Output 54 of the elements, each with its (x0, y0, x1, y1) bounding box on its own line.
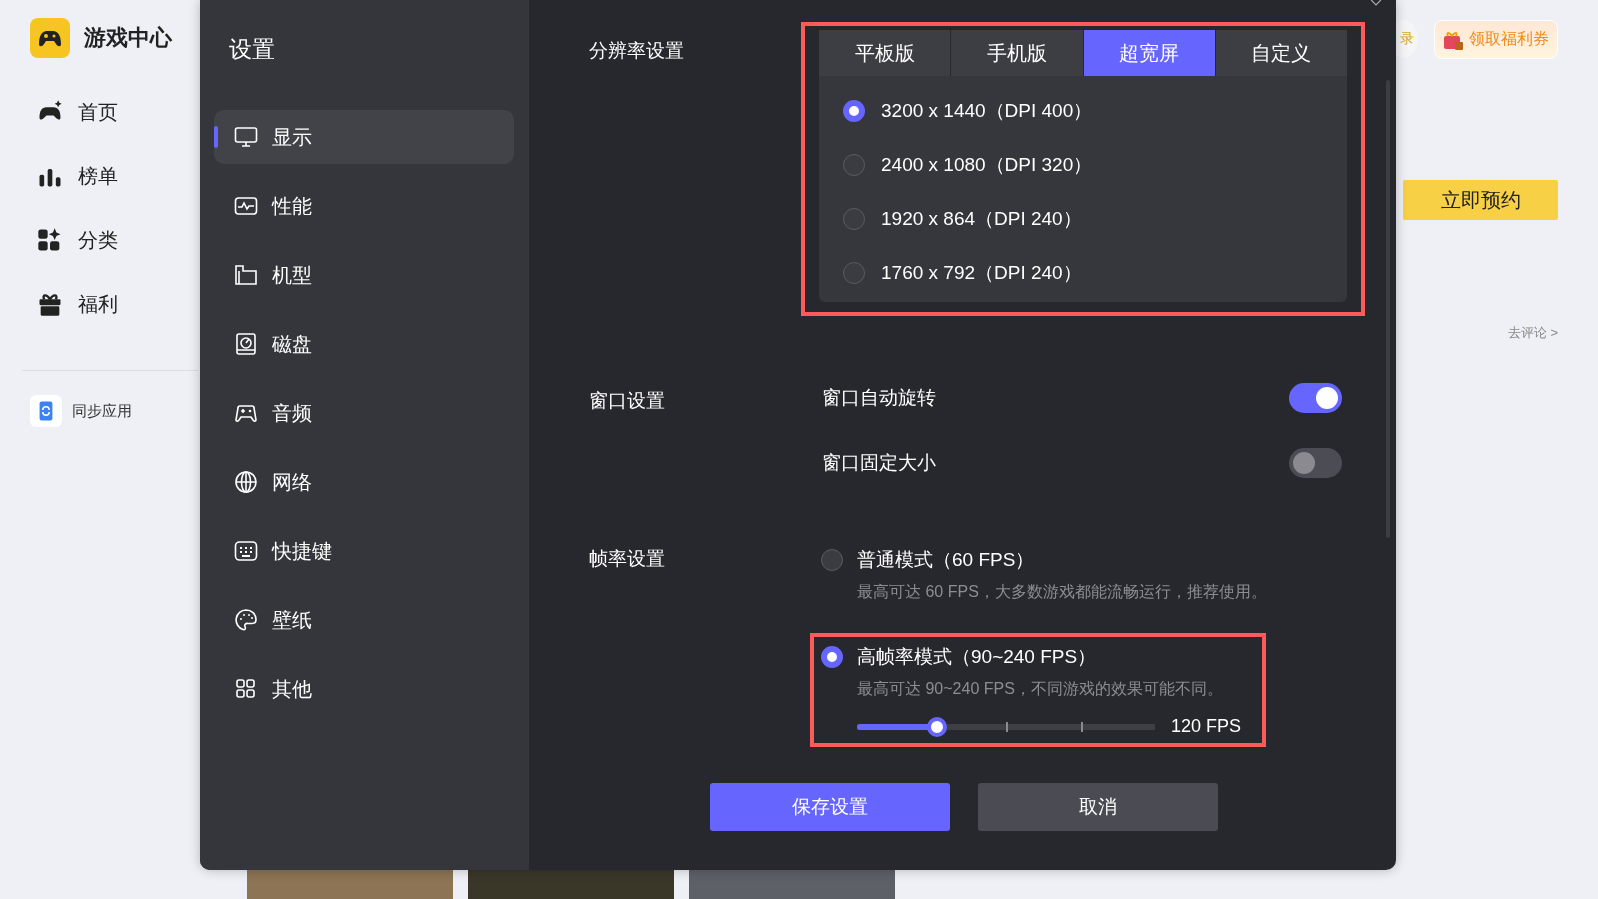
radio-button[interactable] (843, 100, 865, 122)
settings-menu-item[interactable]: 音频 (214, 386, 514, 440)
fps-reading: 120 FPS (1171, 716, 1242, 737)
device-tab[interactable]: 手机版 (951, 30, 1084, 76)
toggle-label: 窗口自动旋转 (822, 385, 936, 410)
settings-menu-item[interactable]: 其他 (214, 662, 514, 716)
sync-apps-item[interactable]: 同步应用 (22, 370, 198, 427)
device-tab[interactable]: 自定义 (1215, 30, 1347, 76)
device-tab[interactable]: 平板版 (819, 30, 952, 76)
resolution-option-label: 1920 x 864（DPI 240） (881, 207, 1082, 231)
apps-grid-icon (234, 677, 258, 701)
monitor-icon (234, 125, 258, 149)
settings-menu-item[interactable]: 性能 (214, 179, 514, 233)
radio-button[interactable] (843, 208, 865, 230)
nav-item[interactable]: 分类 (36, 222, 198, 258)
radio-button[interactable] (821, 646, 843, 668)
resolution-option-label: 2400 x 1080（DPI 320） (881, 153, 1093, 177)
section-label: 分辨率设置 (589, 39, 685, 63)
device-tab[interactable]: 超宽屏 (1083, 30, 1216, 76)
settings-menu-item[interactable]: 机型 (214, 248, 514, 302)
settings-menu-item[interactable]: 快捷键 (214, 524, 514, 578)
radio-button[interactable] (843, 154, 865, 176)
toggle-switch[interactable] (1289, 447, 1342, 478)
dialog-title: 设置 (228, 35, 276, 64)
keyboard-icon (234, 539, 258, 563)
mode-label: 普通模式（60 FPS） (857, 548, 1035, 572)
section-label: 帧率设置 (589, 547, 666, 571)
settings-menu-item[interactable]: 磁盘 (214, 317, 514, 371)
section-label: 窗口设置 (589, 389, 666, 413)
globe-icon (234, 470, 258, 494)
mode-description: 最高可达 60 FPS，大多数游戏都能流畅运行，推荐使用。 (856, 582, 1255, 602)
mode-label: 高帧率模式（90~240 FPS） (857, 645, 1097, 669)
save-button[interactable]: 保存设置 (710, 783, 950, 831)
radio-button[interactable] (821, 549, 843, 571)
settings-menu-item[interactable]: 壁纸 (214, 593, 514, 647)
phone-sync-icon (30, 395, 62, 427)
resolution-option-label: 3200 x 1440（DPI 400） (881, 99, 1093, 123)
app-title: 游戏中心 (84, 24, 172, 52)
resolution-option-label: 1760 x 792（DPI 240） (881, 261, 1082, 285)
folder-icon (234, 263, 258, 287)
radio-button[interactable] (843, 262, 865, 284)
toggle-label: 窗口固定大小 (822, 450, 936, 475)
palette-icon (234, 608, 258, 632)
reserve-button[interactable]: 立即预约 (1403, 180, 1558, 220)
toggle-switch[interactable] (1289, 382, 1342, 413)
pulse-monitor-icon (234, 194, 258, 218)
settings-menu-item[interactable]: 网络 (214, 455, 514, 509)
nav-item[interactable]: 福利 (36, 286, 198, 322)
nav-item[interactable]: 首页 (36, 94, 198, 130)
settings-menu-item[interactable]: 显示 (214, 110, 514, 164)
nav-item[interactable]: 榜单 (36, 158, 198, 194)
mode-description: 最高可达 90~240 FPS，不同游戏的效果可能不同。 (856, 679, 1224, 699)
cancel-button[interactable]: 取消 (978, 783, 1218, 831)
gamepad-logo-icon (30, 18, 70, 58)
